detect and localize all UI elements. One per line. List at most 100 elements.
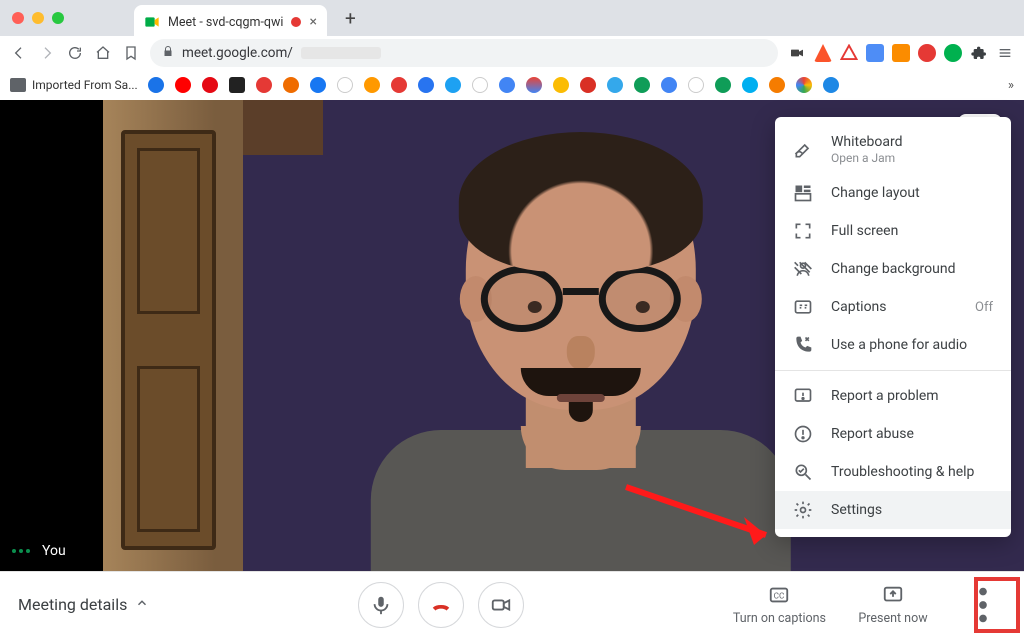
tab-title: Meet - svd-cqgm-qwi — [168, 15, 283, 30]
more-options-menu: Whiteboard Open a Jam Change layout Full… — [775, 117, 1011, 537]
menu-label: Use a phone for audio — [831, 337, 993, 353]
whiteboard-icon — [793, 140, 813, 160]
menu-label: Report abuse — [831, 426, 993, 442]
bookmark-icon[interactable] — [229, 77, 245, 93]
menu-settings[interactable]: Settings — [775, 491, 1011, 529]
bookmark-icon[interactable] — [175, 77, 191, 93]
present-now-button[interactable]: Present now — [848, 584, 938, 626]
bookmark-icon[interactable] — [580, 77, 596, 93]
browser-menu-icon[interactable] — [996, 44, 1014, 62]
bookmark-icon[interactable] — [202, 77, 218, 93]
bookmark-icon[interactable] — [391, 77, 407, 93]
bookmark-icon[interactable] — [688, 77, 704, 93]
extensions-icon[interactable] — [970, 44, 988, 62]
recording-indicator-icon — [291, 17, 301, 27]
bookmarks-overflow-icon[interactable]: » — [1008, 78, 1014, 93]
leave-call-button[interactable] — [418, 582, 464, 628]
present-label: Present now — [858, 611, 927, 626]
menu-report-abuse[interactable]: Report abuse — [775, 415, 1011, 453]
bookmark-icon[interactable] — [472, 77, 488, 93]
lock-icon — [162, 45, 174, 62]
tab-close-icon[interactable]: × — [309, 14, 316, 30]
menu-label: Whiteboard — [831, 134, 903, 150]
menu-phone-audio[interactable]: Use a phone for audio — [775, 326, 1011, 364]
captions-label: Turn on captions — [733, 611, 826, 626]
phone-audio-icon — [793, 335, 813, 355]
url-text: meet.google.com/ — [182, 45, 293, 61]
nav-back-icon[interactable] — [10, 44, 28, 62]
settings-icon — [793, 500, 813, 520]
brave-ext-icon[interactable] — [814, 44, 832, 62]
self-options-icon[interactable] — [12, 549, 30, 553]
bookmark-icon[interactable] — [418, 77, 434, 93]
self-name-label: You — [42, 543, 66, 559]
nav-reload-icon[interactable] — [66, 44, 84, 62]
meet-favicon-icon — [144, 14, 160, 30]
ext-icon[interactable] — [944, 44, 962, 62]
ext-icon[interactable] — [892, 44, 910, 62]
nav-forward-icon — [38, 44, 56, 62]
troubleshoot-icon — [793, 462, 813, 482]
bookmark-icon[interactable] — [607, 77, 623, 93]
bookmark-icon[interactable] — [634, 77, 650, 93]
bookmark-icon[interactable] — [337, 77, 353, 93]
menu-label: Change background — [831, 261, 993, 277]
fullscreen-icon — [793, 221, 813, 241]
menu-change-background[interactable]: Change background — [775, 250, 1011, 288]
menu-sublabel: Open a Jam — [831, 151, 993, 165]
menu-label: Full screen — [831, 223, 993, 239]
folder-icon — [10, 78, 26, 92]
bookmark-icon[interactable] — [553, 77, 569, 93]
meeting-details-label: Meeting details — [18, 595, 127, 614]
turn-on-captions-button[interactable]: CC Turn on captions — [733, 584, 826, 626]
svg-text:CC: CC — [774, 591, 785, 601]
bookmark-icon[interactable] — [445, 77, 461, 93]
bookmark-icon[interactable] — [796, 77, 812, 93]
bookmark-icon[interactable] — [283, 77, 299, 93]
menu-label: Change layout — [831, 185, 993, 201]
report-abuse-icon — [793, 424, 813, 444]
nav-bookmark-icon[interactable] — [122, 44, 140, 62]
menu-label: Captions — [831, 299, 957, 315]
bookmark-icon[interactable] — [661, 77, 677, 93]
menu-captions[interactable]: Captions Off — [775, 288, 1011, 326]
more-options-button[interactable] — [960, 582, 1006, 628]
mic-toggle-button[interactable] — [358, 582, 404, 628]
ext-icon[interactable] — [866, 44, 884, 62]
chevron-up-icon — [135, 595, 149, 614]
bookmark-icon[interactable] — [310, 77, 326, 93]
captions-state: Off — [975, 300, 993, 315]
bookmark-folder[interactable]: Imported From Sa... — [10, 78, 138, 92]
new-tab-button[interactable]: + — [345, 7, 356, 30]
browser-tab[interactable]: Meet - svd-cqgm-qwi × — [134, 5, 327, 39]
camera-toggle-button[interactable] — [478, 582, 524, 628]
menu-full-screen[interactable]: Full screen — [775, 212, 1011, 250]
bookmark-icon[interactable] — [256, 77, 272, 93]
window-max-dot[interactable] — [52, 12, 64, 24]
bookmark-icon[interactable] — [742, 77, 758, 93]
bookmark-icon[interactable] — [769, 77, 785, 93]
bookmark-icon[interactable] — [715, 77, 731, 93]
bookmark-icon[interactable] — [364, 77, 380, 93]
menu-label: Troubleshooting & help — [831, 464, 993, 480]
background-icon — [793, 259, 813, 279]
menu-troubleshoot[interactable]: Troubleshooting & help — [775, 453, 1011, 491]
menu-whiteboard[interactable]: Whiteboard Open a Jam — [775, 125, 1011, 174]
menu-report-problem[interactable]: Report a problem — [775, 377, 1011, 415]
camera-ext-icon[interactable] — [788, 44, 806, 62]
ext-icon[interactable] — [918, 44, 936, 62]
meeting-details-button[interactable]: Meeting details — [18, 595, 149, 614]
url-blurred-path — [301, 47, 381, 59]
address-bar[interactable]: meet.google.com/ — [150, 39, 778, 67]
nav-home-icon[interactable] — [94, 44, 112, 62]
bookmark-icon[interactable] — [499, 77, 515, 93]
bookmark-icon[interactable] — [823, 77, 839, 93]
ext-icon[interactable] — [840, 44, 858, 62]
bookmark-icon[interactable] — [148, 77, 164, 93]
feedback-icon — [793, 386, 813, 406]
bookmark-icon[interactable] — [526, 77, 542, 93]
menu-change-layout[interactable]: Change layout — [775, 174, 1011, 212]
window-min-dot[interactable] — [32, 12, 44, 24]
window-close-dot[interactable] — [12, 12, 24, 24]
layout-icon — [793, 183, 813, 203]
